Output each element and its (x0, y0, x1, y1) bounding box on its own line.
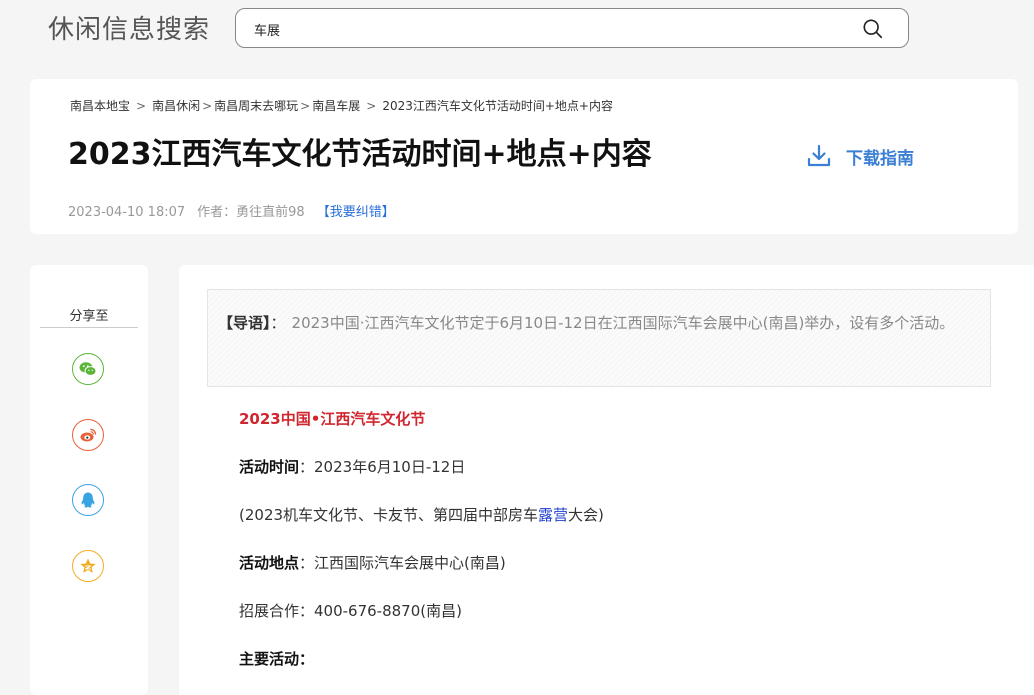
breadcrumb-item-current: 2023江西汽车文化节活动时间+地点+内容 (382, 99, 613, 113)
lead-colon: ： (270, 314, 286, 332)
download-guide-label: 下载指南 (846, 148, 914, 169)
article-header-card: 南昌本地宝 > 南昌休闲 > 南昌周末去哪玩 > 南昌车展 >2023江西汽车文化节活动时间+… (30, 79, 1018, 234)
breadcrumb: 南昌本地宝 > 南昌休闲 > 南昌周末去哪玩 > 南昌车展 >2023江西汽车文化节活动时间+… (70, 97, 613, 114)
event-heading-text: 2023中国•江西汽车文化节 (239, 410, 426, 428)
article-content: 【导语】： 2023中国·江西汽车文化节定于6月10日-12日在江西国际汽车会展中… (179, 265, 1034, 695)
main-activities-label: 主要活动 (239, 650, 300, 668)
event-place-label: 活动地点 (239, 554, 300, 572)
breadcrumb-separator: > (202, 99, 213, 113)
top-bar: 休闲信息搜索 (0, 0, 1034, 62)
author: 作者：勇往直前98 (197, 205, 305, 220)
qq-icon (81, 492, 95, 508)
share-title: 分享至 (69, 309, 109, 324)
breadcrumb-separator: > (366, 99, 377, 113)
qzone-icon (80, 558, 96, 573)
event-time-value: ：2023年6月10日-12日 (299, 458, 466, 476)
divider (40, 327, 138, 328)
weibo-icon (80, 428, 97, 442)
article-title: 2023江西汽车文化节活动时间+地点+内容 (68, 137, 652, 172)
article-meta: 2023-04-10 18:07 作者：勇往直前98 【我要纠错】 (68, 201, 395, 220)
site-title[interactable]: 休闲信息搜索 (48, 12, 210, 48)
event-cooperation: 招展合作：400-676-8870(南昌) (239, 599, 462, 623)
event-time-label: 活动时间 (239, 458, 300, 476)
breadcrumb-item-leisure[interactable]: 南昌休闲 (152, 99, 200, 113)
event-subtitle-prefix: (2023机车文化节、卡友节、第四届中部房车 (239, 506, 539, 524)
share-qq-button[interactable] (72, 484, 104, 516)
breadcrumb-separator: > (136, 99, 147, 113)
breadcrumb-item-weekend[interactable]: 南昌周末去哪玩 (214, 99, 298, 113)
share-weibo-button[interactable] (72, 419, 104, 451)
camping-link[interactable]: 露营 (538, 506, 568, 524)
lead-label: 【导语】 (218, 314, 271, 332)
publish-date: 2023-04-10 18:07 (68, 205, 186, 220)
search-button[interactable] (862, 18, 884, 40)
share-sidebar: 分享至 (30, 265, 148, 695)
download-icon (807, 144, 831, 167)
event-place: 活动地点：江西国际汽车会展中心(南昌) (239, 551, 506, 575)
main-activities: 主要活动： (239, 647, 314, 671)
download-guide-button[interactable]: 下载指南 (806, 141, 914, 171)
wechat-icon (79, 362, 97, 376)
breadcrumb-item-auto-show[interactable]: 南昌车展 (312, 99, 360, 113)
search-box[interactable] (235, 8, 909, 48)
search-icon (863, 19, 883, 39)
main-activities-colon: ： (299, 650, 315, 668)
lead-box: 【导语】： 2023中国·江西汽车文化节定于6月10日-12日在江西国际汽车会展中… (207, 289, 991, 387)
event-subtitle: (2023机车文化节、卡友节、第四届中部房车露营大会) (239, 503, 604, 527)
search-input[interactable] (254, 18, 844, 40)
breadcrumb-separator: > (300, 99, 311, 113)
event-time: 活动时间：2023年6月10日-12日 (239, 455, 465, 479)
breadcrumb-item-home[interactable]: 南昌本地宝 (70, 99, 130, 113)
report-error-link[interactable]: 【我要纠错】 (317, 205, 395, 220)
event-heading: 2023中国•江西汽车文化节 (239, 407, 425, 431)
lead-text: 2023中国·江西汽车文化节定于6月10日-12日在江西国际汽车会展中心(南昌)… (291, 314, 955, 332)
event-place-value: ：江西国际汽车会展中心(南昌) (299, 554, 506, 572)
share-wechat-button[interactable] (72, 353, 104, 385)
share-qzone-button[interactable] (72, 550, 104, 582)
event-cooperation-text: 招展合作：400-676-8870(南昌) (239, 602, 462, 620)
event-subtitle-suffix: 大会) (568, 506, 604, 524)
